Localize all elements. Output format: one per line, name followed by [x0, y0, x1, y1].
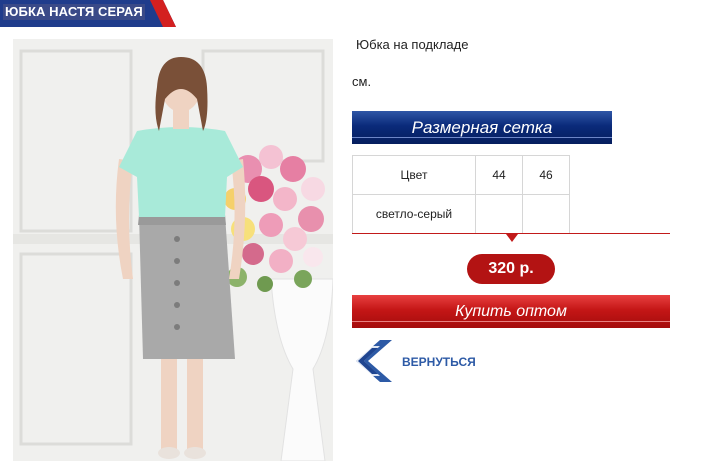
- double-chevron-left-icon: [356, 340, 392, 382]
- table-header-color: Цвет: [352, 155, 476, 195]
- price-badge: 320 р.: [467, 254, 555, 284]
- product-photo: [13, 39, 333, 461]
- product-description: Юбка на подкладе: [356, 37, 469, 52]
- table-cell-size-46: [522, 194, 570, 234]
- back-link[interactable]: ВЕРНУТЬСЯ: [352, 338, 492, 384]
- size-table: Цвет 44 46 светло-серый: [352, 155, 570, 234]
- back-label[interactable]: ВЕРНУТЬСЯ: [402, 355, 476, 369]
- buy-wholesale-button[interactable]: Купить оптом: [352, 295, 670, 328]
- table-header-size-46: 46: [522, 155, 570, 195]
- table-header-size-44: 44: [475, 155, 523, 195]
- table-row: светло-серый: [352, 194, 570, 234]
- product-title: ЮБКА НАСТЯ СЕРАЯ: [3, 4, 145, 20]
- size-unit: см.: [352, 74, 372, 89]
- title-banner: ЮБКА НАСТЯ СЕРАЯ: [0, 0, 176, 27]
- size-chart-header: Размерная сетка: [352, 111, 612, 144]
- table-header-row: Цвет 44 46: [352, 155, 570, 195]
- table-cell-color: светло-серый: [352, 194, 476, 234]
- table-cell-size-44: [475, 194, 523, 234]
- price-pointer-icon: [506, 234, 518, 242]
